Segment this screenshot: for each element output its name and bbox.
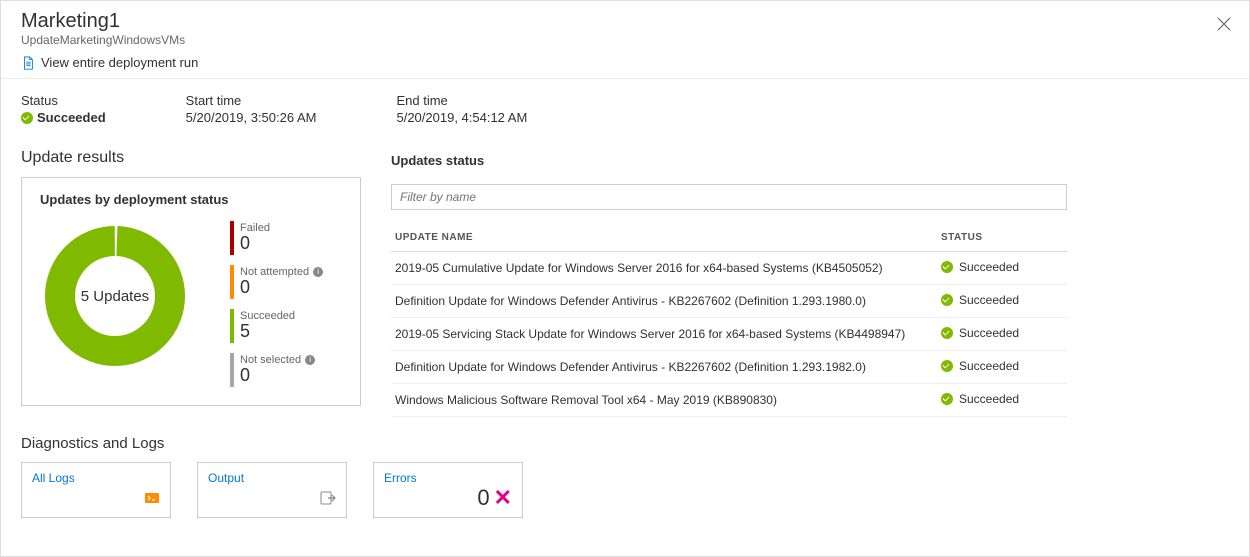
- success-icon: [941, 261, 953, 273]
- status-text: Succeeded: [959, 260, 1019, 274]
- output-icon: [320, 490, 336, 509]
- errors-x-icon: ✕: [494, 487, 512, 509]
- legend-not-selected: Not selectedi 0: [230, 353, 323, 387]
- end-time-value: 5/20/2019, 4:54:12 AM: [396, 110, 527, 125]
- legend-not-selected-label: Not selectedi: [240, 354, 315, 366]
- update-name-cell: Windows Malicious Software Removal Tool …: [391, 384, 937, 417]
- update-status-cell: Succeeded: [937, 285, 1067, 318]
- col-update-name[interactable]: UPDATE NAME: [391, 224, 937, 252]
- chart-legend: Failed 0 Not attemptedi 0: [230, 221, 323, 387]
- info-icon[interactable]: i: [305, 355, 315, 365]
- update-status-cell: Succeeded: [937, 351, 1067, 384]
- legend-color-not-selected: [230, 353, 234, 387]
- status-value: Succeeded: [37, 110, 106, 125]
- donut-chart: 5 Updates: [40, 221, 190, 371]
- close-button[interactable]: [1213, 11, 1235, 40]
- main-row: Update results Updates by deployment sta…: [1, 149, 1249, 417]
- update-results-heading: Update results: [21, 149, 361, 167]
- donut-row: 5 Updates Failed 0: [40, 221, 342, 387]
- status-text: Succeeded: [959, 392, 1019, 406]
- legend-not-attempted-count: 0: [240, 278, 323, 298]
- legend-failed-count: 0: [240, 234, 270, 254]
- success-icon: [941, 393, 953, 405]
- update-name-cell: 2019-05 Cumulative Update for Windows Se…: [391, 252, 937, 285]
- view-deployment-run-link[interactable]: View entire deployment run: [21, 55, 198, 70]
- status-text: Succeeded: [959, 293, 1019, 307]
- filter-input[interactable]: [391, 184, 1067, 210]
- start-time-label: Start time: [186, 93, 317, 108]
- legend-color-succeeded: [230, 309, 234, 343]
- summary-end-time: End time 5/20/2019, 4:54:12 AM: [396, 93, 527, 125]
- table-row[interactable]: Windows Malicious Software Removal Tool …: [391, 384, 1067, 417]
- update-name-cell: 2019-05 Servicing Stack Update for Windo…: [391, 318, 937, 351]
- blade-header: Marketing1 UpdateMarketingWindowsVMs: [1, 1, 1249, 51]
- page-subtitle: UpdateMarketingWindowsVMs: [21, 33, 1229, 47]
- summary-row: Status Succeeded Start time 5/20/2019, 3…: [1, 79, 1249, 149]
- status-text: Succeeded: [959, 326, 1019, 340]
- success-icon: [21, 112, 33, 124]
- diagnostics-cards: All Logs Output Errors 0 ✕: [21, 462, 1229, 518]
- legend-succeeded-count: 5: [240, 322, 295, 342]
- info-icon[interactable]: i: [313, 267, 323, 277]
- all-logs-tile[interactable]: All Logs: [21, 462, 171, 518]
- deployment-status-title: Updates by deployment status: [40, 192, 342, 207]
- update-name-cell: Definition Update for Windows Defender A…: [391, 351, 937, 384]
- output-tile[interactable]: Output: [197, 462, 347, 518]
- table-row[interactable]: Definition Update for Windows Defender A…: [391, 351, 1067, 384]
- status-label: Status: [21, 93, 106, 108]
- update-name-cell: Definition Update for Windows Defender A…: [391, 285, 937, 318]
- page-title: Marketing1: [21, 9, 1229, 33]
- legend-not-selected-count: 0: [240, 366, 315, 386]
- legend-not-attempted: Not attemptedi 0: [230, 265, 323, 299]
- right-column: Updates status UPDATE NAME STATUS 2019-0…: [391, 149, 1229, 417]
- output-label: Output: [208, 471, 336, 485]
- summary-status: Status Succeeded: [21, 93, 106, 125]
- toolbar: View entire deployment run: [1, 51, 1249, 79]
- end-time-label: End time: [396, 93, 527, 108]
- document-icon: [21, 56, 35, 70]
- donut-center-label: 5 Updates: [40, 221, 190, 371]
- success-icon: [941, 327, 953, 339]
- diagnostics-heading: Diagnostics and Logs: [21, 435, 1229, 452]
- success-icon: [941, 360, 953, 372]
- table-row[interactable]: 2019-05 Cumulative Update for Windows Se…: [391, 252, 1067, 285]
- errors-count: 0: [477, 485, 489, 511]
- deployment-status-card: Updates by deployment status 5 Updates: [21, 177, 361, 406]
- updates-status-heading: Updates status: [391, 153, 1229, 168]
- all-logs-label: All Logs: [32, 471, 160, 485]
- table-row[interactable]: 2019-05 Servicing Stack Update for Windo…: [391, 318, 1067, 351]
- update-status-cell: Succeeded: [937, 252, 1067, 285]
- col-status[interactable]: STATUS: [937, 224, 1067, 252]
- logs-icon: [144, 490, 160, 509]
- update-status-cell: Succeeded: [937, 318, 1067, 351]
- view-deployment-run-label: View entire deployment run: [41, 55, 198, 70]
- blade-root: Marketing1 UpdateMarketingWindowsVMs Vie…: [0, 0, 1250, 557]
- success-icon: [941, 294, 953, 306]
- legend-color-not-attempted: [230, 265, 234, 299]
- close-icon: [1217, 17, 1231, 31]
- legend-failed: Failed 0: [230, 221, 323, 255]
- left-column: Update results Updates by deployment sta…: [21, 149, 361, 417]
- table-row[interactable]: Definition Update for Windows Defender A…: [391, 285, 1067, 318]
- summary-start-time: Start time 5/20/2019, 3:50:26 AM: [186, 93, 317, 125]
- legend-succeeded: Succeeded 5: [230, 309, 323, 343]
- status-value-wrap: Succeeded: [21, 110, 106, 125]
- status-text: Succeeded: [959, 359, 1019, 373]
- errors-label: Errors: [384, 471, 512, 485]
- legend-not-attempted-label: Not attemptedi: [240, 266, 323, 278]
- legend-color-failed: [230, 221, 234, 255]
- diagnostics-section: Diagnostics and Logs All Logs Output Err…: [1, 417, 1249, 518]
- start-time-value: 5/20/2019, 3:50:26 AM: [186, 110, 317, 125]
- errors-tile[interactable]: Errors 0 ✕: [373, 462, 523, 518]
- update-status-cell: Succeeded: [937, 384, 1067, 417]
- updates-table: UPDATE NAME STATUS 2019-05 Cumulative Up…: [391, 224, 1067, 417]
